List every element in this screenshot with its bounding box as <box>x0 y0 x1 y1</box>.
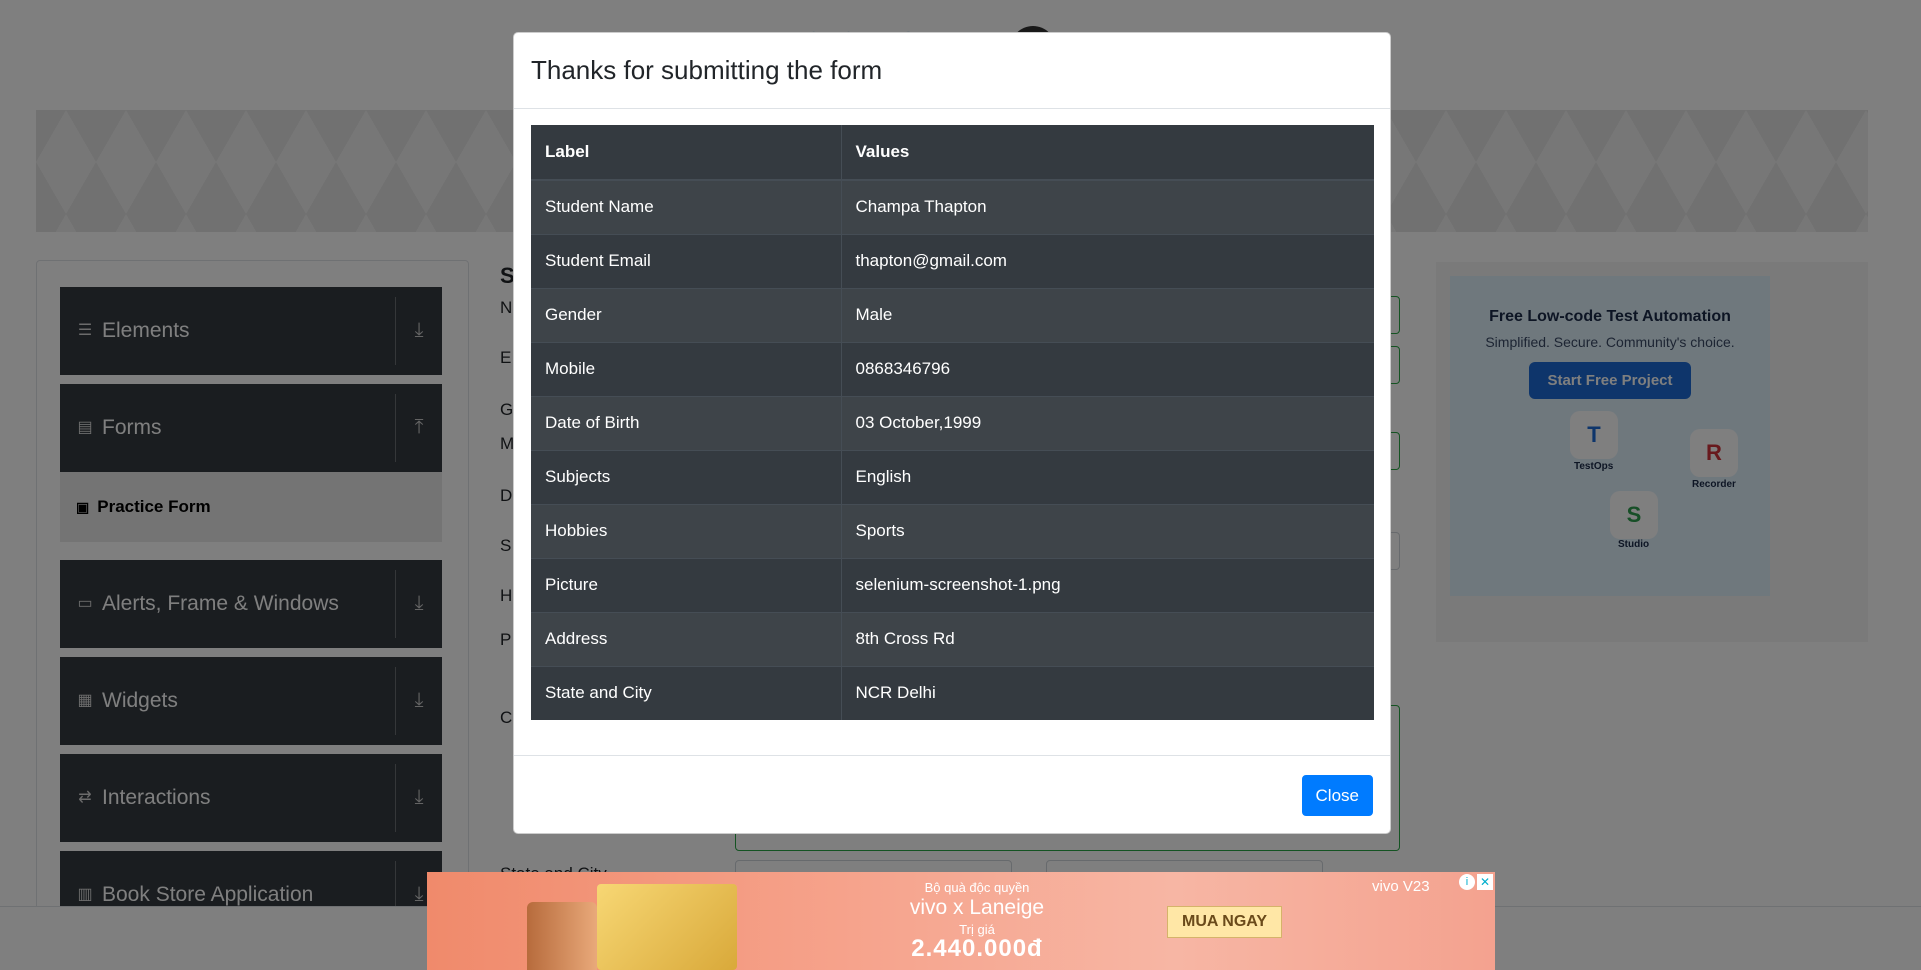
row-value: Male <box>841 287 1374 342</box>
table-row: Date of Birth 03 October,1999 <box>531 395 1374 450</box>
table-row: Student Name Champa Thapton <box>531 179 1374 234</box>
row-label: Address <box>531 611 842 666</box>
modal-footer: Close <box>514 755 1390 833</box>
ad-promo-line: Bộ quà độc quyền <box>924 880 1030 895</box>
row-value: 0868346796 <box>841 341 1374 396</box>
modal-body: Label Values Student Name Champa Thapton … <box>514 109 1390 736</box>
table-row: Mobile 0868346796 <box>531 341 1374 396</box>
row-label: Picture <box>531 557 842 612</box>
table-row: Hobbies Sports <box>531 503 1374 558</box>
row-label: Student Name <box>531 179 842 234</box>
table-header-row: Label Values <box>531 125 1374 181</box>
table-row: Subjects English <box>531 449 1374 504</box>
row-value: Champa Thapton <box>841 179 1374 234</box>
column-header: Label <box>531 125 842 181</box>
row-value: 8th Cross Rd <box>841 611 1374 666</box>
row-label: Gender <box>531 287 842 342</box>
row-label: Student Email <box>531 233 842 288</box>
row-value: Sports <box>841 503 1374 558</box>
product-bottles-image <box>527 902 597 970</box>
ad-info-icon[interactable]: i <box>1459 874 1475 890</box>
ad-promo-line: vivo x Laneige <box>909 896 1045 919</box>
column-header: Values <box>841 125 1374 181</box>
table-row: Address 8th Cross Rd <box>531 611 1374 666</box>
row-value: selenium-screenshot-1.png <box>841 557 1374 612</box>
table-row: Student Email thapton@gmail.com <box>531 233 1374 288</box>
submission-modal: Thanks for submitting the form Label Val… <box>513 32 1391 834</box>
close-button[interactable]: Close <box>1301 775 1373 816</box>
modal-header: Thanks for submitting the form <box>514 33 1390 109</box>
row-label: Subjects <box>531 449 842 504</box>
row-label: State and City <box>531 665 842 720</box>
row-value: NCR Delhi <box>841 665 1374 720</box>
ad-promo-text: Bộ quà độc quyền vivo x Laneige Trị giá … <box>887 880 1067 963</box>
row-label: Mobile <box>531 341 842 396</box>
bottom-advertisement[interactable]: Bộ quà độc quyền vivo x Laneige Trị giá … <box>427 872 1495 970</box>
gift-box-image <box>597 884 737 970</box>
table-row: Gender Male <box>531 287 1374 342</box>
row-value: 03 October,1999 <box>841 395 1374 450</box>
table-row: Picture selenium-screenshot-1.png <box>531 557 1374 612</box>
ad-brand: vivo V23 <box>1372 878 1430 895</box>
row-value: English <box>841 449 1374 504</box>
buy-now-button[interactable]: MUA NGAY <box>1167 906 1283 938</box>
ad-price: 2.440.000đ <box>911 935 1043 962</box>
close-icon[interactable]: ✕ <box>1477 874 1493 890</box>
modal-title: Thanks for submitting the form <box>531 55 883 85</box>
row-label: Date of Birth <box>531 395 842 450</box>
row-label: Hobbies <box>531 503 842 558</box>
row-value: thapton@gmail.com <box>841 233 1374 288</box>
table-row: State and City NCR Delhi <box>531 665 1374 720</box>
results-table: Label Values Student Name Champa Thapton … <box>531 125 1374 720</box>
